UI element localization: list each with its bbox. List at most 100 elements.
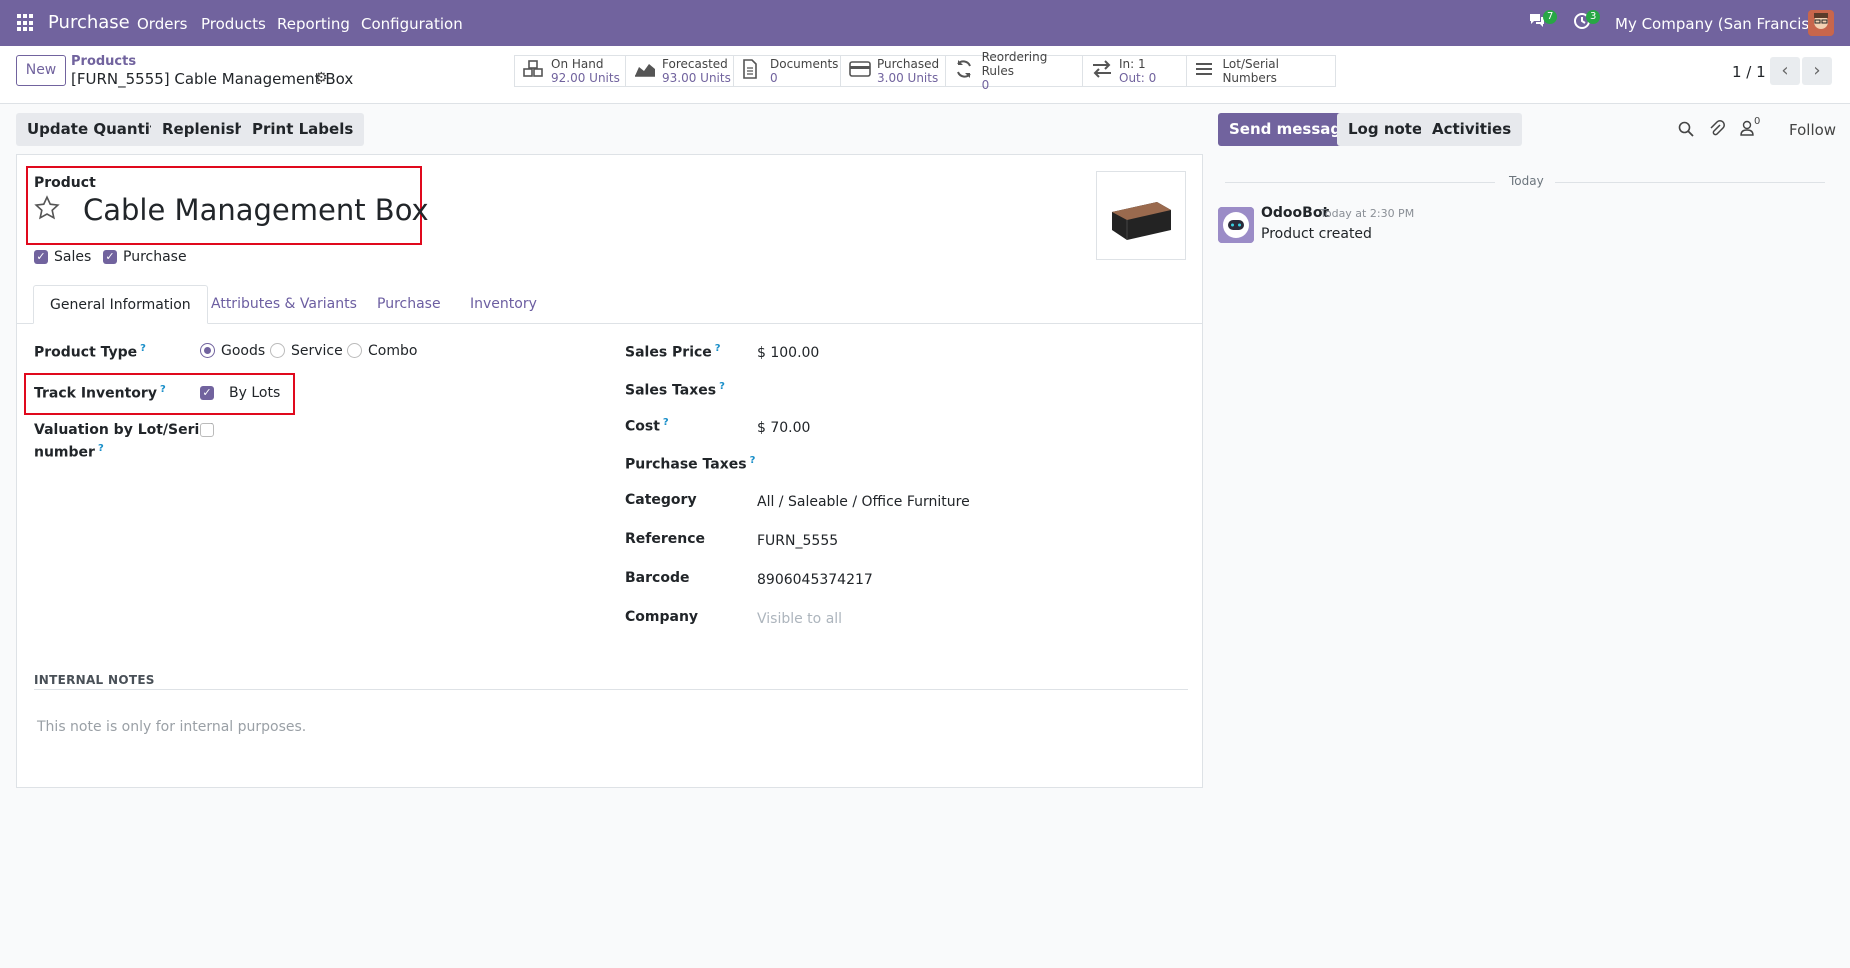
purchase-taxes-label: Purchase Taxes? (625, 455, 755, 473)
product-type-goods-radio[interactable] (200, 343, 215, 358)
smart-label: Forecasted (662, 57, 728, 71)
sales-checkbox[interactable]: ✓ (34, 250, 48, 264)
tab-purchase[interactable]: Purchase (361, 285, 457, 324)
print-labels-button[interactable]: Print Labels (241, 113, 365, 146)
product-label: Product (34, 175, 96, 191)
smart-value: 3.00 Units (877, 71, 939, 85)
message-time: Today at 2:30 PM (1320, 207, 1415, 220)
date-separator: Today (1509, 174, 1544, 188)
cubes-icon (523, 59, 551, 83)
barcode-label: Barcode (625, 570, 690, 586)
smart-button-purchased[interactable]: Purchased 3.00 Units (840, 55, 946, 87)
menu-reporting[interactable]: Reporting (277, 15, 350, 33)
smart-button-lot-serial[interactable]: Lot/Serial Numbers (1186, 55, 1336, 87)
followers-icon[interactable] (1740, 120, 1754, 140)
control-panel: New Products [FURN_5555] Cable Managemen… (0, 46, 1850, 104)
date-separator-line (1225, 182, 1495, 183)
breadcrumb-current: [FURN_5555] Cable Management Box (71, 70, 354, 88)
help-icon[interactable]: ? (715, 343, 721, 354)
help-icon[interactable]: ? (750, 455, 756, 466)
purchase-taxes-label-text: Purchase Taxes (625, 456, 747, 473)
activities-button[interactable]: Activities (1421, 113, 1523, 146)
credit-card-icon (849, 60, 877, 82)
pager-next-button[interactable]: › (1802, 57, 1832, 85)
date-separator-line (1555, 182, 1825, 183)
category-field[interactable]: All / Saleable / Office Furniture (757, 494, 970, 510)
smart-button-forecasted[interactable]: Forecasted 93.00 Units (625, 55, 734, 87)
messages-badge: 7 (1543, 10, 1558, 24)
app-menu-icon[interactable] (17, 14, 35, 32)
help-icon[interactable]: ? (719, 381, 725, 392)
log-note-button[interactable]: Log note (1337, 113, 1434, 146)
follow-button[interactable]: Follow (1789, 121, 1836, 139)
app-name[interactable]: Purchase (48, 12, 130, 33)
sales-price-field[interactable]: $ 100.00 (757, 345, 819, 361)
exchange-icon (1091, 59, 1119, 83)
internal-notes-heading: INTERNAL NOTES (34, 673, 155, 687)
help-icon[interactable]: ? (160, 384, 166, 395)
smart-button-documents[interactable]: Documents 0 (733, 55, 841, 87)
user-avatar[interactable] (1808, 10, 1834, 36)
cost-field[interactable]: $ 70.00 (757, 420, 810, 436)
pager-value[interactable]: 1 / 1 (1732, 63, 1766, 81)
tab-general-information[interactable]: General Information (33, 285, 208, 324)
product-type-service-radio[interactable] (270, 343, 285, 358)
smart-button-in-out[interactable]: In: 1 Out: 0 (1082, 55, 1187, 87)
pager-previous-button[interactable]: ‹ (1770, 57, 1800, 85)
activities-badge: 3 (1586, 10, 1601, 24)
sales-price-label-text: Sales Price (625, 344, 712, 361)
sales-taxes-label-text: Sales Taxes (625, 382, 717, 399)
smart-value: Out: 0 (1119, 71, 1157, 85)
track-inventory-method[interactable]: By Lots (229, 385, 280, 401)
form-sheet: Product Cable Management Box ✓ Sales ✓ P… (16, 154, 1203, 788)
product-type-label: Product Type? (34, 343, 146, 361)
menu-products[interactable]: Products (201, 15, 266, 33)
file-icon (742, 58, 770, 84)
smart-label: In: 1 (1119, 57, 1146, 71)
purchase-checkbox[interactable]: ✓ (103, 250, 117, 264)
product-type-service-label: Service (291, 343, 343, 359)
menu-configuration[interactable]: Configuration (361, 15, 463, 33)
track-inventory-label-text: Track Inventory (34, 385, 157, 402)
cost-label: Cost? (625, 417, 669, 435)
smart-button-reordering-rules[interactable]: Reordering Rules 0 (945, 50, 1083, 92)
smart-label: On Hand (551, 57, 604, 71)
reference-field[interactable]: FURN_5555 (757, 533, 838, 549)
product-type-combo-radio[interactable] (347, 343, 362, 358)
favorite-star-icon[interactable] (34, 195, 60, 225)
help-icon[interactable]: ? (98, 443, 104, 454)
breadcrumb-products[interactable]: Products (71, 54, 136, 69)
message-author[interactable]: OdooBot (1261, 205, 1329, 221)
followers-count: 0 (1754, 116, 1761, 127)
sales-price-label: Sales Price? (625, 343, 721, 361)
valuation-label-line2: number? (34, 443, 104, 461)
help-icon[interactable]: ? (140, 343, 146, 354)
help-icon[interactable]: ? (663, 417, 669, 428)
bars-icon (1195, 61, 1222, 82)
paperclip-icon[interactable] (1709, 120, 1725, 142)
internal-notes-divider (34, 689, 1188, 690)
valuation-label-line1: Valuation by Lot/Serial (34, 422, 214, 438)
new-button[interactable]: New (16, 55, 66, 86)
search-icon[interactable] (1678, 121, 1694, 141)
company-label: Company (625, 609, 699, 625)
product-image[interactable] (1096, 171, 1186, 260)
barcode-field[interactable]: 8906045374217 (757, 572, 873, 588)
smart-label: Purchased (877, 57, 940, 71)
gear-icon[interactable]: ⚙ (315, 70, 328, 86)
tab-attributes-variants[interactable]: Attributes & Variants (195, 285, 373, 324)
product-name-input[interactable]: Cable Management Box (83, 193, 429, 227)
track-inventory-checkbox[interactable]: ✓ (200, 386, 214, 400)
message-body: Product created (1261, 226, 1372, 242)
valuation-checkbox[interactable] (200, 423, 214, 437)
product-type-goods-label: Goods (221, 343, 266, 359)
purchase-label: Purchase (123, 249, 187, 265)
internal-notes-editor[interactable]: This note is only for internal purposes. (37, 719, 306, 735)
company-field[interactable]: Visible to all (757, 611, 842, 627)
menu-orders[interactable]: Orders (137, 15, 187, 33)
tab-inventory[interactable]: Inventory (454, 285, 553, 324)
smart-label: Reordering Rules (981, 50, 1048, 78)
company-switcher[interactable]: My Company (San Francisco) (1615, 15, 1832, 33)
smart-button-on-hand[interactable]: On Hand 92.00 Units (514, 55, 626, 87)
smart-value: 92.00 Units (551, 71, 620, 85)
